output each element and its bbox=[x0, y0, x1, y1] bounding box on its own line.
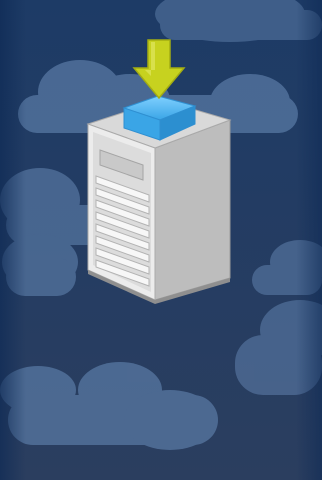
server-upload-illustration bbox=[0, 0, 322, 480]
illustration bbox=[0, 0, 322, 480]
